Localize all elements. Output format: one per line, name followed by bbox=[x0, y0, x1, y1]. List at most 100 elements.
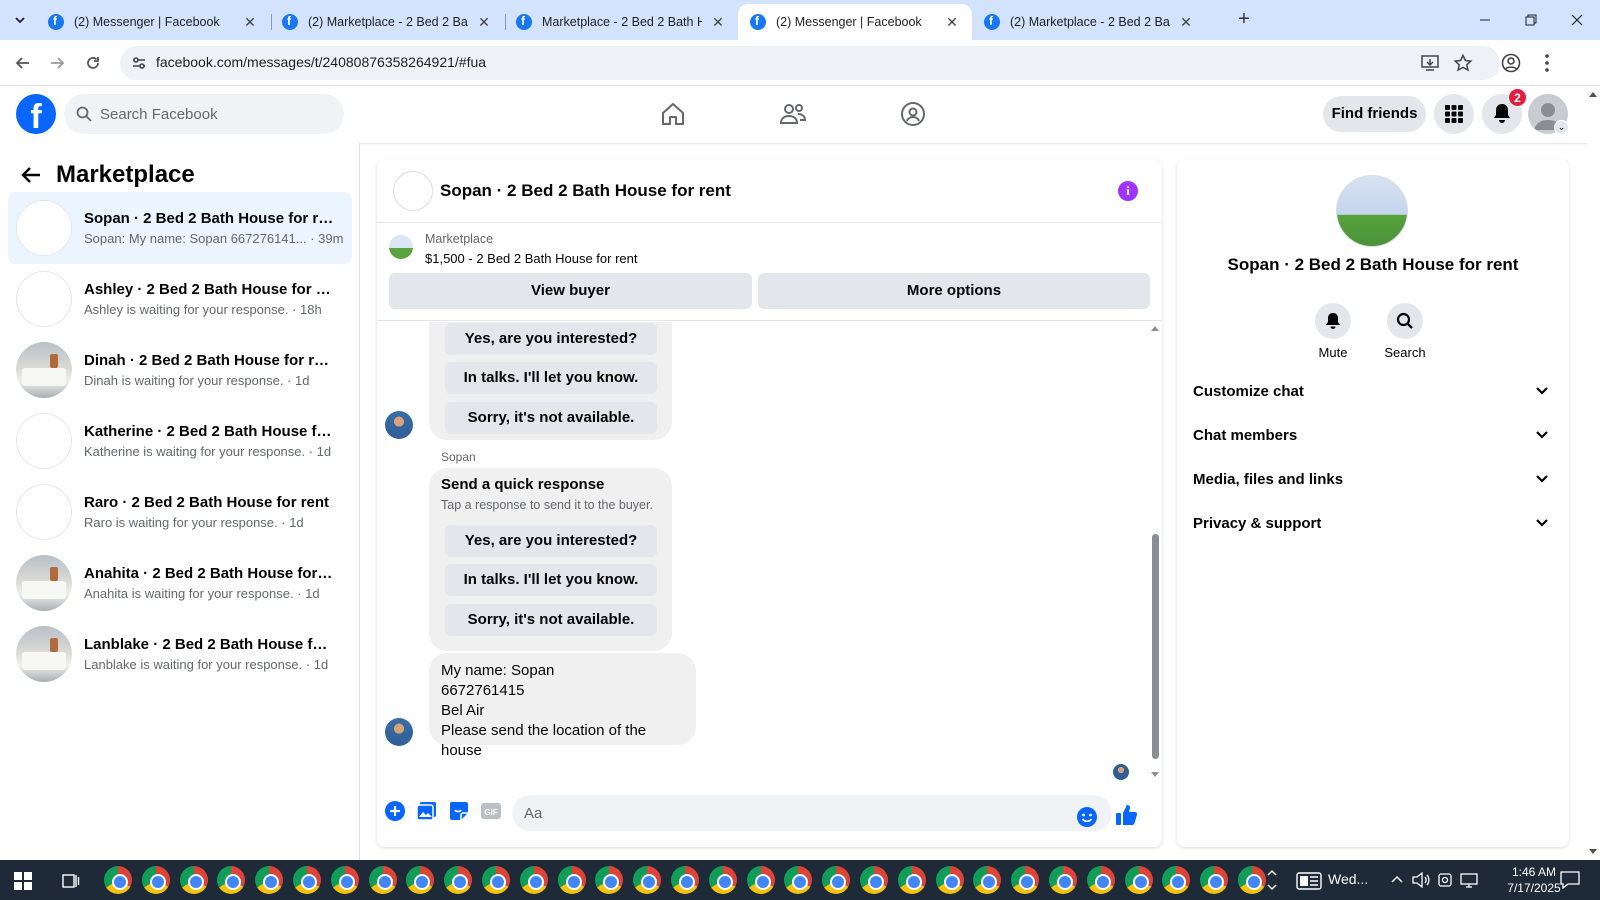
quick-reply-button[interactable]: Sorry, it's not available. bbox=[445, 604, 657, 636]
chrome-taskbar-icon[interactable] bbox=[482, 866, 510, 894]
sticker-button[interactable] bbox=[447, 799, 471, 823]
chrome-taskbar-icon[interactable] bbox=[1238, 866, 1266, 894]
chat-title[interactable]: Sopan · 2 Bed 2 Bath House for rent bbox=[440, 181, 731, 201]
browser-tab-5[interactable]: (2) Marketplace - 2 Bed 2 Bath House for… bbox=[972, 4, 1206, 40]
close-tab-icon[interactable]: ✕ bbox=[944, 14, 960, 31]
chrome-taskbar-icon[interactable] bbox=[406, 866, 435, 894]
url-text[interactable]: facebook.com/messages/t/2408087635826492… bbox=[156, 54, 486, 70]
search-input[interactable] bbox=[100, 94, 330, 134]
conversation-item-dinah[interactable]: Dinah · 2 Bed 2 Bath House for rent Dinah… bbox=[8, 334, 352, 406]
conversation-item-anahita[interactable]: Anahita · 2 Bed 2 Bath House for rent Ana… bbox=[8, 547, 352, 619]
listing-thumbnail[interactable] bbox=[389, 235, 413, 259]
close-tab-icon[interactable]: ✕ bbox=[1178, 14, 1194, 31]
install-app-icon[interactable] bbox=[1420, 54, 1440, 72]
chrome-taskbar-icon[interactable] bbox=[595, 866, 624, 894]
more-vertical-icon[interactable] bbox=[1536, 52, 1558, 74]
close-tab-icon[interactable]: ✕ bbox=[710, 14, 726, 31]
chat-avatar[interactable] bbox=[393, 171, 433, 211]
chrome-taskbar-icon[interactable] bbox=[104, 866, 132, 894]
scrollbar-thumb[interactable] bbox=[1152, 534, 1159, 759]
taskbar-scroll-icon[interactable] bbox=[1266, 866, 1278, 894]
close-tab-icon[interactable]: ✕ bbox=[242, 14, 258, 31]
customize-chat-row[interactable]: Customize chat bbox=[1185, 371, 1561, 411]
attach-photo-button[interactable] bbox=[415, 799, 439, 823]
groups-nav-button[interactable] bbox=[897, 98, 929, 130]
address-bar[interactable]: facebook.com/messages/t/2408087635826492… bbox=[120, 46, 1500, 80]
friends-nav-button[interactable] bbox=[777, 98, 809, 130]
chrome-taskbar-icon[interactable] bbox=[1049, 866, 1077, 894]
reload-button[interactable] bbox=[80, 50, 106, 76]
media-files-links-row[interactable]: Media, files and links bbox=[1185, 459, 1561, 499]
chevron-down-icon[interactable]: ⌄ bbox=[1554, 120, 1569, 135]
search-conversation-action[interactable]: Search bbox=[1370, 303, 1440, 360]
news-widget-icon[interactable] bbox=[1296, 872, 1322, 890]
chrome-taskbar-icon[interactable] bbox=[557, 866, 586, 894]
network-icon[interactable] bbox=[1460, 872, 1478, 888]
bookmark-star-icon[interactable] bbox=[1453, 54, 1473, 72]
facebook-search-box[interactable] bbox=[64, 94, 344, 134]
home-nav-button[interactable] bbox=[657, 98, 689, 130]
conversation-item-sopan[interactable]: Sopan · 2 Bed 2 Bath House for rent Sopan… bbox=[8, 192, 352, 264]
quick-reply-button[interactable]: Sorry, it's not available. bbox=[445, 402, 657, 434]
chrome-taskbar-icon[interactable] bbox=[860, 866, 888, 894]
site-settings-icon[interactable] bbox=[130, 54, 148, 72]
close-tab-icon[interactable]: ✕ bbox=[476, 14, 492, 31]
listing-price-title[interactable]: $1,500 - 2 Bed 2 Bath House for rent bbox=[425, 251, 637, 266]
chrome-taskbar-icon[interactable] bbox=[746, 866, 775, 894]
message-input[interactable] bbox=[512, 795, 1112, 831]
conversation-item-raro[interactable]: Raro · 2 Bed 2 Bath House for rent Raro i… bbox=[8, 476, 352, 548]
chrome-taskbar-icon[interactable] bbox=[897, 866, 926, 894]
chrome-taskbar-icon[interactable] bbox=[519, 866, 548, 894]
volume-icon[interactable] bbox=[1412, 872, 1430, 888]
task-view-icon[interactable] bbox=[62, 872, 80, 890]
sender-avatar[interactable] bbox=[385, 718, 413, 746]
chrome-taskbar-icon[interactable] bbox=[1011, 866, 1040, 894]
chrome-taskbar-icon[interactable] bbox=[368, 866, 397, 894]
chrome-taskbar-icon[interactable] bbox=[1162, 866, 1191, 894]
chrome-taskbar-icon[interactable] bbox=[293, 866, 321, 894]
like-button[interactable] bbox=[1115, 803, 1139, 827]
facebook-logo-icon[interactable]: f bbox=[16, 94, 56, 134]
browser-tab-2[interactable]: (2) Marketplace - 2 Bed 2 Bath House for… bbox=[270, 4, 504, 40]
chrome-taskbar-icon[interactable] bbox=[444, 866, 473, 894]
info-icon[interactable]: i bbox=[1118, 181, 1138, 201]
back-button[interactable] bbox=[16, 160, 46, 190]
chrome-taskbar-icon[interactable] bbox=[330, 866, 359, 894]
gif-button[interactable]: GIF bbox=[479, 799, 503, 823]
conversation-item-katherine[interactable]: Katherine · 2 Bed 2 Bath House for rent K… bbox=[8, 405, 352, 477]
tab-search-button[interactable] bbox=[8, 8, 32, 32]
chrome-taskbar-icon[interactable] bbox=[784, 866, 813, 894]
page-scrollbar[interactable] bbox=[1587, 86, 1600, 860]
restore-button[interactable] bbox=[1508, 0, 1554, 40]
chrome-taskbar-icon[interactable] bbox=[822, 866, 851, 894]
chrome-taskbar-icon[interactable] bbox=[217, 866, 246, 894]
chrome-taskbar-icon[interactable] bbox=[633, 866, 662, 894]
camera-icon[interactable] bbox=[1438, 872, 1452, 888]
scroll-down-icon[interactable] bbox=[1150, 771, 1160, 779]
mute-action[interactable]: Mute bbox=[1298, 303, 1368, 360]
privacy-support-row[interactable]: Privacy & support bbox=[1185, 503, 1561, 543]
chat-scrollbar[interactable] bbox=[1150, 324, 1160, 779]
chrome-taskbar-icon[interactable] bbox=[1124, 866, 1153, 894]
close-window-button[interactable] bbox=[1554, 0, 1600, 40]
notification-center-icon[interactable] bbox=[1560, 871, 1580, 889]
chat-members-row[interactable]: Chat members bbox=[1185, 415, 1561, 455]
quick-reply-button[interactable]: Yes, are you interested? bbox=[445, 525, 657, 557]
new-tab-button[interactable]: + bbox=[1232, 8, 1256, 32]
browser-tab-1[interactable]: (2) Messenger | Facebook ✕ bbox=[36, 4, 270, 40]
emoji-button[interactable] bbox=[1075, 805, 1099, 829]
quick-reply-button[interactable]: In talks. I'll let you know. bbox=[445, 362, 657, 394]
scroll-down-icon[interactable] bbox=[1587, 848, 1599, 856]
scroll-up-icon[interactable] bbox=[1150, 324, 1160, 332]
weather-widget-text[interactable]: Wed... bbox=[1328, 871, 1368, 887]
chrome-taskbar-icon[interactable] bbox=[973, 866, 1002, 894]
scroll-up-icon[interactable] bbox=[1587, 90, 1599, 98]
chevron-up-icon[interactable] bbox=[1390, 874, 1404, 884]
chrome-taskbar-icon[interactable] bbox=[255, 866, 284, 894]
sender-avatar[interactable] bbox=[385, 411, 413, 439]
chrome-taskbar-icon[interactable] bbox=[141, 866, 170, 894]
chrome-taskbar-icon[interactable] bbox=[708, 866, 737, 894]
more-options-button[interactable]: More options bbox=[758, 273, 1150, 309]
chrome-taskbar-icon[interactable] bbox=[179, 866, 208, 894]
browser-tab-3[interactable]: Marketplace - 2 Bed 2 Bath House for ren… bbox=[504, 4, 738, 40]
